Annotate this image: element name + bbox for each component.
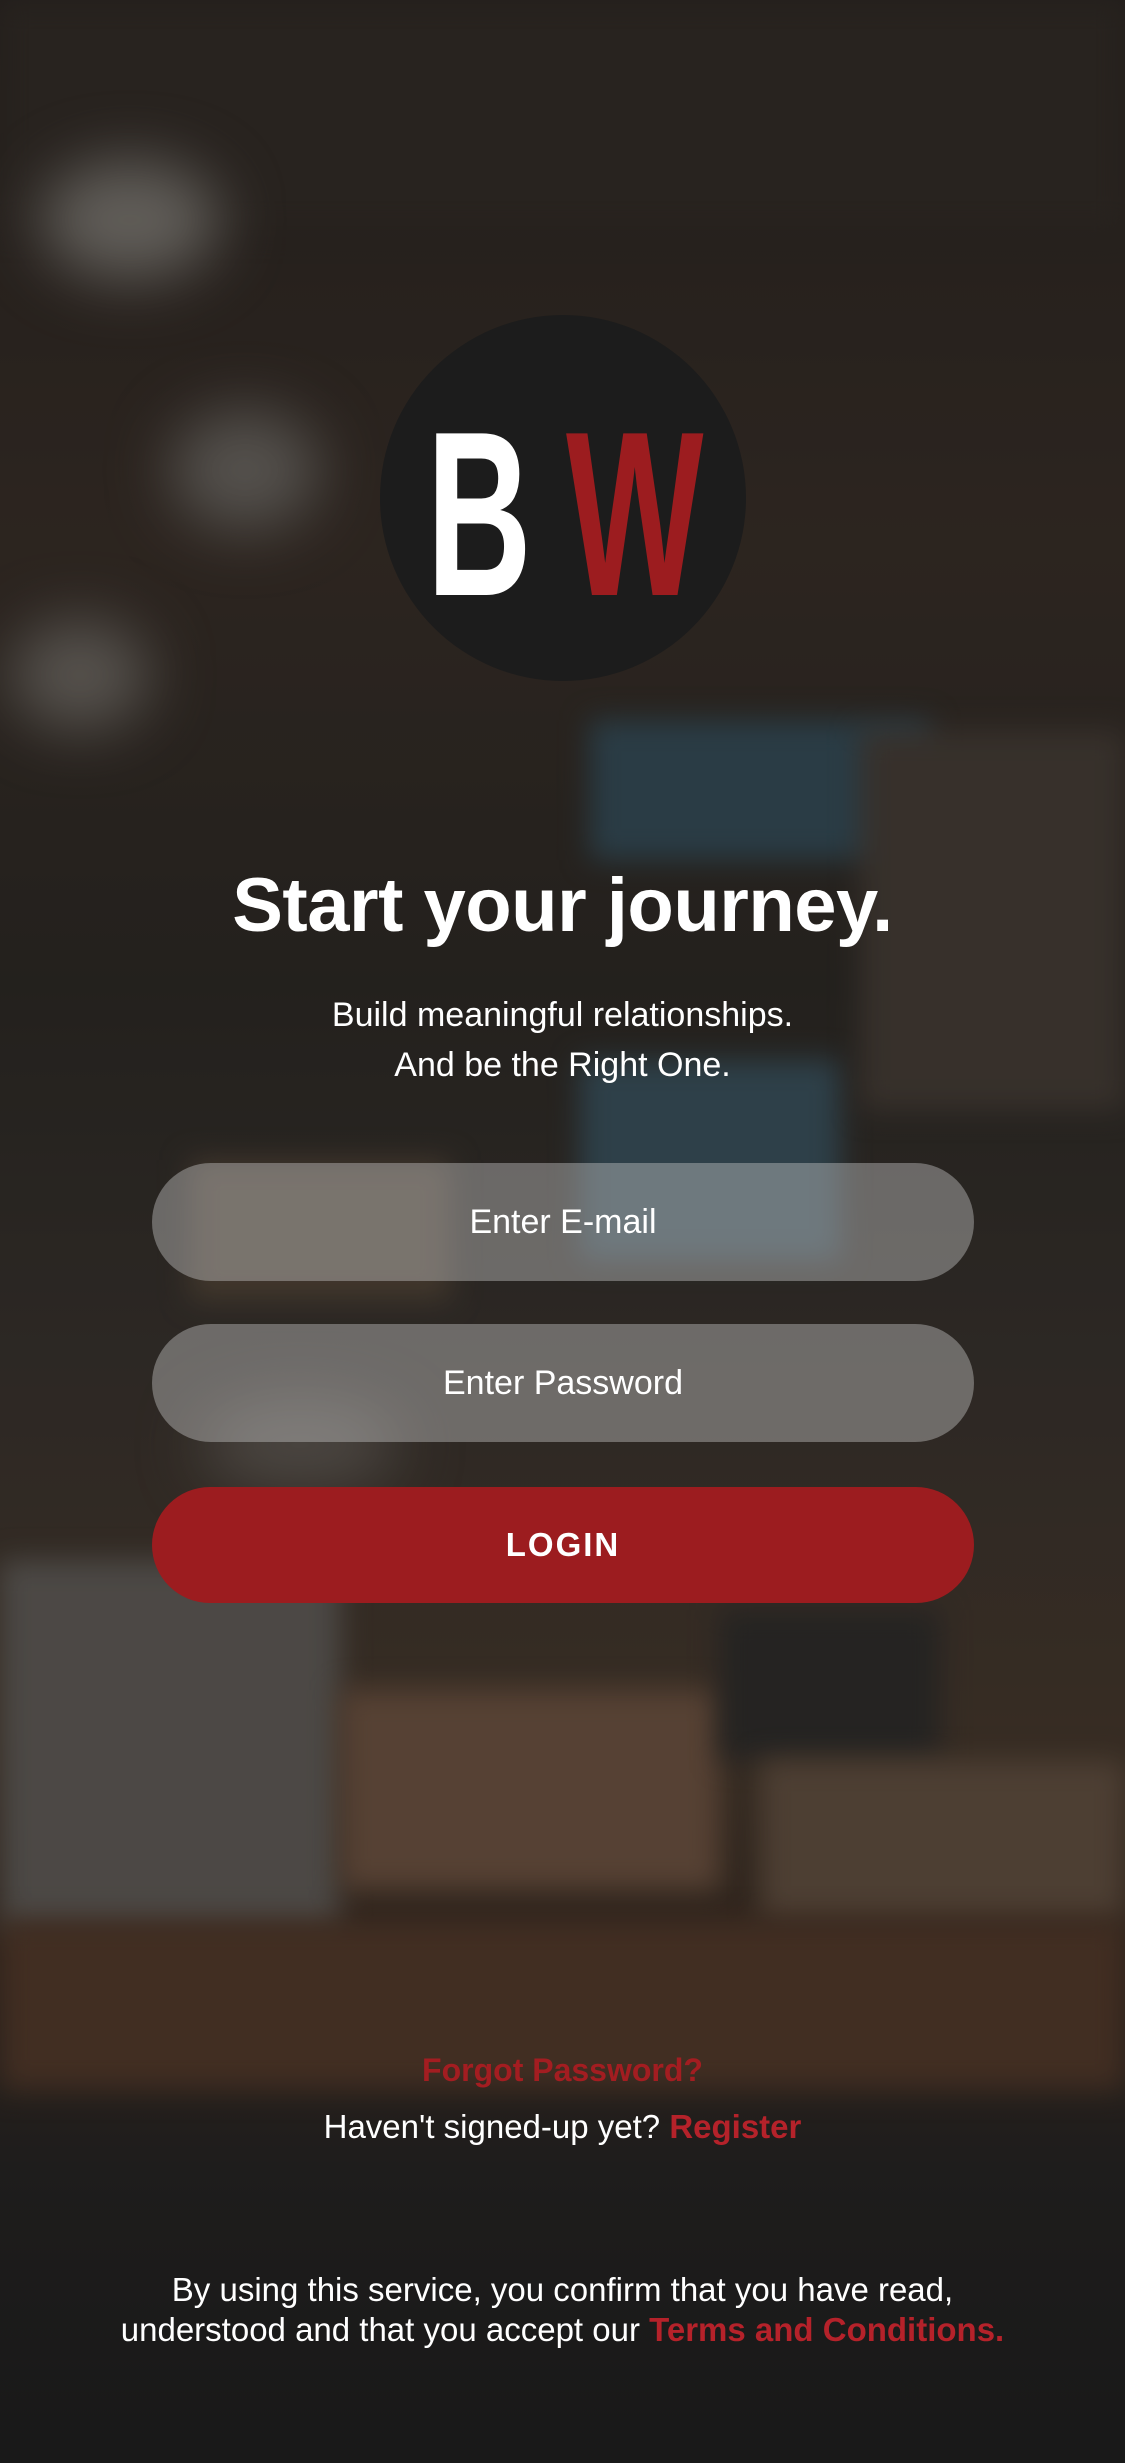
logo-letter-b: B: [427, 383, 532, 645]
register-link[interactable]: Register: [669, 2108, 801, 2145]
terms-line-2: understood and that you accept our Terms…: [0, 2310, 1125, 2350]
terms-link[interactable]: Terms and Conditions.: [649, 2311, 1004, 2348]
login-button[interactable]: LOGIN: [152, 1487, 974, 1603]
terms-line-1: By using this service, you confirm that …: [171, 2271, 954, 2308]
terms-notice: By using this service, you confirm that …: [0, 2270, 1125, 2350]
signup-prompt: Haven't signed-up yet? Register: [0, 2108, 1125, 2146]
terms-line-2-text: understood and that you accept our: [120, 2311, 640, 2348]
app-logo: B W: [380, 315, 746, 681]
email-field[interactable]: [152, 1163, 974, 1281]
page-subtitle: Build meaningful relationships. And be t…: [0, 990, 1125, 1090]
password-field[interactable]: [152, 1324, 974, 1442]
subtitle-line-2: And be the Right One.: [394, 1046, 731, 1084]
subtitle-line-1: Build meaningful relationships.: [331, 996, 794, 1034]
signup-prompt-text: Haven't signed-up yet?: [323, 2108, 661, 2145]
logo-letter-w: W: [566, 383, 704, 645]
bw-logo-icon: B W: [427, 383, 704, 645]
forgot-password-link[interactable]: Forgot Password?: [0, 2052, 1125, 2089]
page-title: Start your journey.: [232, 863, 893, 948]
